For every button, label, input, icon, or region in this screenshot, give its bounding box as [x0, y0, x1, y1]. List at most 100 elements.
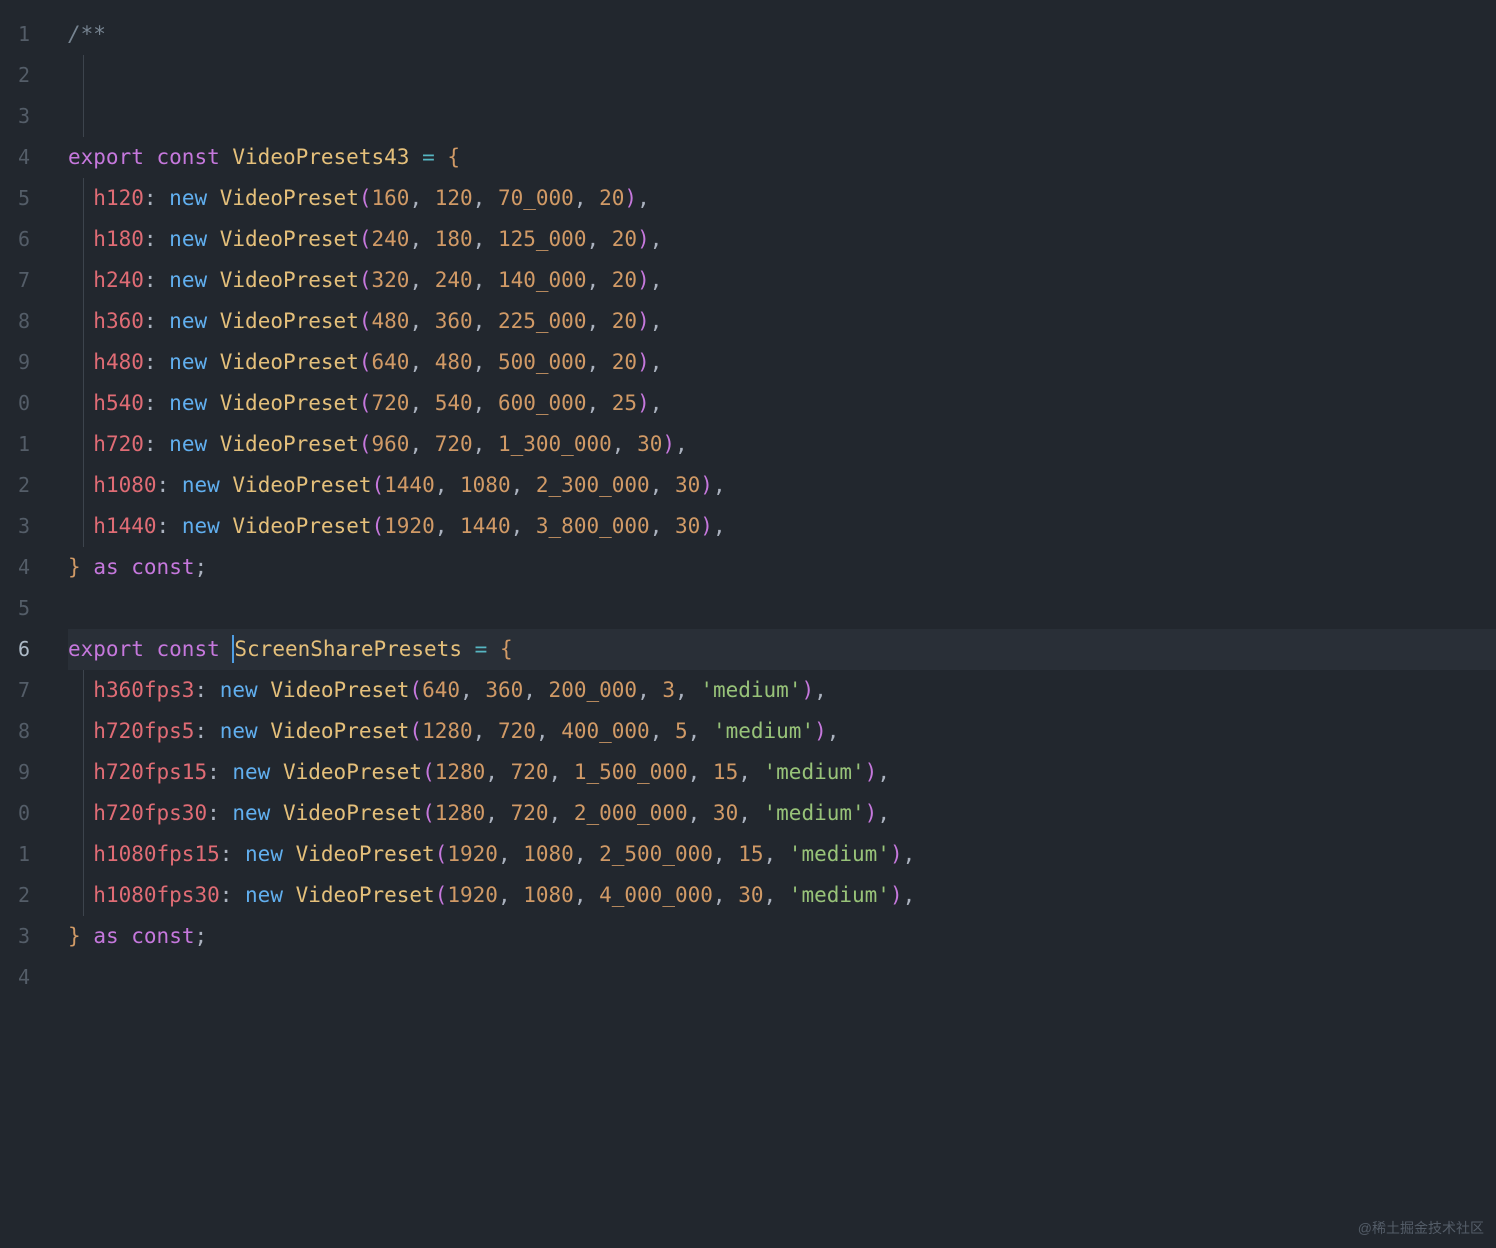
code-line[interactable]: h720fps5: new VideoPreset(1280, 720, 400… [68, 711, 1496, 752]
code-token: /** [68, 22, 106, 46]
code-token: 400_000 [561, 719, 650, 743]
code-line[interactable]: export const ScreenSharePresets = { [68, 629, 1496, 670]
code-line[interactable] [68, 957, 1496, 998]
code-token: 1440 [460, 514, 511, 538]
code-token: , [473, 432, 498, 456]
line-number: 2 [0, 55, 30, 96]
code-token: const [157, 145, 220, 169]
code-token: , [523, 678, 548, 702]
line-number: 7 [0, 260, 30, 301]
code-token: new [169, 227, 207, 251]
code-token: , [473, 719, 498, 743]
code-token: 1_500_000 [574, 760, 688, 784]
code-token: 'medium' [713, 719, 814, 743]
code-token: 'medium' [789, 883, 890, 907]
code-token: VideoPreset [296, 842, 435, 866]
code-line[interactable]: export const VideoPresets43 = { [68, 137, 1496, 178]
code-token: , [511, 473, 536, 497]
code-token: 320 [372, 268, 410, 292]
code-token: 5 [675, 719, 688, 743]
line-number: 3 [0, 506, 30, 547]
code-token: h360 [93, 309, 144, 333]
code-token: , [650, 473, 675, 497]
code-line[interactable]: h1440: new VideoPreset(1920, 1440, 3_800… [68, 506, 1496, 547]
code-token: VideoPreset [220, 309, 359, 333]
code-line[interactable]: /** [68, 14, 1496, 55]
code-line[interactable]: h360: new VideoPreset(480, 360, 225_000,… [68, 301, 1496, 342]
code-token: , [409, 186, 434, 210]
code-token: 160 [372, 186, 410, 210]
code-token: 2_000_000 [574, 801, 688, 825]
code-line[interactable]: h1080fps30: new VideoPreset(1920, 1080, … [68, 875, 1496, 916]
code-token: 240 [372, 227, 410, 251]
code-token: new [220, 719, 258, 743]
code-line[interactable]: h720fps30: new VideoPreset(1280, 720, 2_… [68, 793, 1496, 834]
code-line[interactable]: } as const; [68, 916, 1496, 957]
line-number: 4 [0, 137, 30, 178]
code-token: 720 [498, 719, 536, 743]
code-token: ) [890, 842, 903, 866]
code-area[interactable]: /** export const VideoPresets43 = { h120:… [30, 0, 1496, 1248]
code-token: new [169, 309, 207, 333]
code-token: 360 [435, 309, 473, 333]
code-line[interactable]: h1080: new VideoPreset(1440, 1080, 2_300… [68, 465, 1496, 506]
code-token: ) [700, 473, 713, 497]
line-number: 6 [0, 629, 30, 670]
code-token: , [485, 801, 510, 825]
code-token: const [131, 555, 194, 579]
code-token: 2_300_000 [536, 473, 650, 497]
code-line[interactable]: h720: new VideoPreset(960, 720, 1_300_00… [68, 424, 1496, 465]
code-line[interactable]: h720fps15: new VideoPreset(1280, 720, 1_… [68, 752, 1496, 793]
code-token: 3_800_000 [536, 514, 650, 538]
code-token: , [650, 514, 675, 538]
code-token: , [713, 473, 726, 497]
code-token: : [144, 309, 169, 333]
code-token: ; [194, 555, 207, 579]
code-token [207, 432, 220, 456]
code-line[interactable] [68, 588, 1496, 629]
code-line[interactable]: h480: new VideoPreset(640, 480, 500_000,… [68, 342, 1496, 383]
code-token: = [422, 145, 435, 169]
code-line[interactable]: h240: new VideoPreset(320, 240, 140_000,… [68, 260, 1496, 301]
code-token: ( [435, 842, 448, 866]
code-line[interactable] [68, 96, 1496, 137]
code-token: : [207, 801, 232, 825]
code-line[interactable]: } as const; [68, 547, 1496, 588]
code-token: 20 [612, 227, 637, 251]
code-token: 1080 [523, 883, 574, 907]
code-line[interactable]: h540: new VideoPreset(720, 540, 600_000,… [68, 383, 1496, 424]
line-number: 1 [0, 424, 30, 465]
code-token: , [485, 760, 510, 784]
code-token: , [549, 801, 574, 825]
code-token: : [144, 432, 169, 456]
code-line[interactable]: h180: new VideoPreset(240, 180, 125_000,… [68, 219, 1496, 260]
code-token: : [207, 760, 232, 784]
line-number: 1 [0, 834, 30, 875]
code-token: export [68, 637, 144, 661]
code-line[interactable]: h120: new VideoPreset(160, 120, 70_000, … [68, 178, 1496, 219]
code-token: , [637, 678, 662, 702]
code-editor[interactable]: 123456789012345678901234 /**export const… [0, 0, 1496, 1248]
code-token: , [738, 801, 763, 825]
code-token: ( [435, 883, 448, 907]
code-token: const [131, 924, 194, 948]
code-line[interactable]: h360fps3: new VideoPreset(640, 360, 200_… [68, 670, 1496, 711]
code-token: ) [814, 719, 827, 743]
code-token: h480 [93, 350, 144, 374]
code-token: VideoPreset [232, 473, 371, 497]
code-token: VideoPreset [232, 514, 371, 538]
code-token: ScreenSharePresets [234, 637, 462, 661]
code-token: , [409, 268, 434, 292]
code-token: new [245, 883, 283, 907]
code-token: 30 [738, 883, 763, 907]
code-token: , [409, 309, 434, 333]
code-token: , [903, 842, 916, 866]
code-token: 3 [662, 678, 675, 702]
code-line[interactable]: h1080fps15: new VideoPreset(1920, 1080, … [68, 834, 1496, 875]
code-token: , [688, 719, 713, 743]
code-line[interactable] [68, 55, 1496, 96]
code-token: 'medium' [700, 678, 801, 702]
code-token: 1280 [435, 760, 486, 784]
code-token: , [536, 719, 561, 743]
code-token: , [650, 719, 675, 743]
